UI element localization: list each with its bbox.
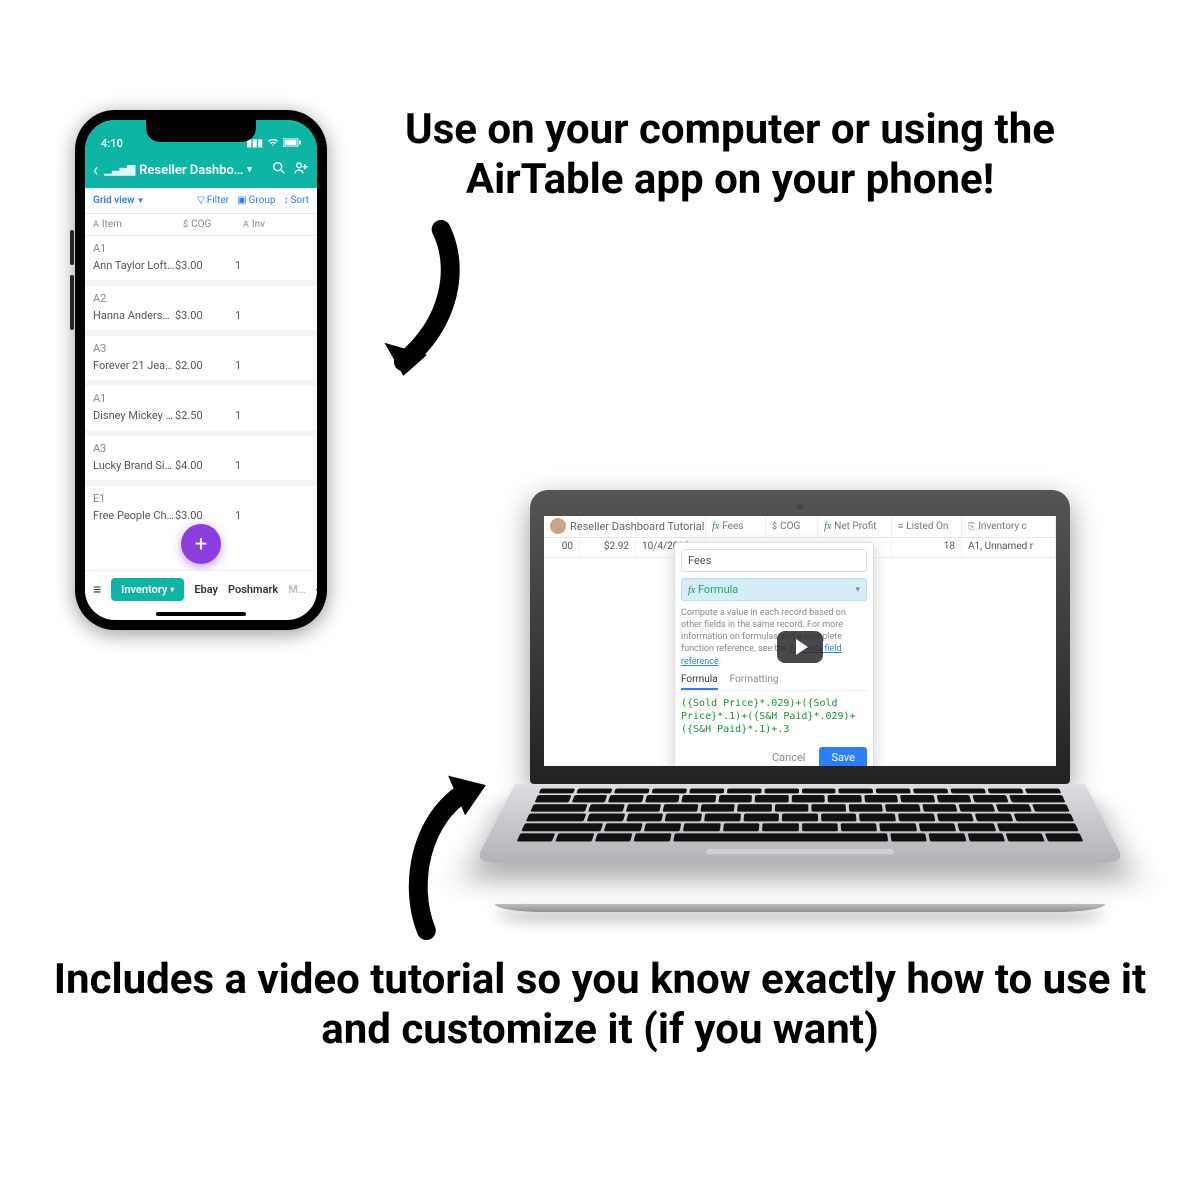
group-button[interactable]: ▣Group [237, 195, 275, 206]
link-icon: ⎘ [968, 522, 975, 532]
laptop-mockup: fxFees $COG fxNet Profit ≡Listed On ⎘Inv… [470, 490, 1130, 910]
arrow-icon [400, 770, 500, 940]
chevron-down-icon: ▾ [855, 585, 860, 595]
subtab-formula[interactable]: Formula [681, 674, 718, 690]
field-type-select[interactable]: fx Formula ▾ [681, 578, 867, 601]
play-icon[interactable] [777, 631, 823, 663]
add-record-fab[interactable]: + [181, 524, 221, 564]
table-rows: A1Ann Taylor Loft Si…$3.001 A2Hanna Ande… [85, 236, 317, 530]
table-row[interactable]: A1Disney Mickey M…$2.501 [85, 386, 317, 430]
field-config-dialog: Fees fx Formula ▾ Compute a value in eac… [674, 542, 874, 766]
phone-notch [146, 120, 256, 142]
tab-ebay[interactable]: Ebay [194, 583, 218, 596]
avatar [550, 518, 566, 534]
attach-icon: $ [772, 522, 777, 532]
table-row[interactable]: A2Hanna Andersso…$3.001 [85, 286, 317, 330]
headline-bottom: Includes a video tutorial so you know ex… [40, 955, 1160, 1056]
chevron-down-icon: ▾ [247, 165, 252, 175]
formula-icon: fx [712, 521, 719, 532]
text-icon: A [243, 220, 249, 230]
dialog-subtabs: Formula Formatting [681, 674, 867, 691]
table-row[interactable]: A1Ann Taylor Loft Si…$3.001 [85, 236, 317, 280]
field-name-input[interactable]: Fees [681, 549, 867, 572]
attach-icon: $ [183, 220, 188, 230]
status-time: 4:10 [101, 137, 123, 150]
grid-view-selector[interactable]: Grid view▼ [93, 195, 144, 206]
table-row[interactable]: A3Lucky Brand Size…$4.001 [85, 436, 317, 480]
add-table-icon[interactable]: + [316, 580, 317, 599]
chevron-down-icon: ▼ [137, 196, 145, 205]
tab-more[interactable]: M… [288, 583, 306, 596]
camera-icon [797, 504, 803, 510]
trackpad [704, 848, 896, 855]
list-icon: ≡ [898, 521, 903, 532]
table-row[interactable]: A3Forever 21 Jeans…$2.001 [85, 336, 317, 380]
save-button[interactable]: Save [819, 747, 867, 766]
sort-icon: ↕ [283, 195, 288, 206]
app-header: ‹ ▁▃▅▇ Reseller Dashbo… ▾ [85, 152, 317, 188]
subtab-formatting[interactable]: Formatting [730, 674, 779, 690]
laptop-screen: fxFees $COG fxNet Profit ≡Listed On ⎘Inv… [544, 516, 1056, 766]
laptop-base [495, 904, 1105, 912]
text-icon: A [93, 220, 99, 230]
sort-button[interactable]: ↕Sort [283, 195, 309, 206]
laptop-keyboard [475, 784, 1125, 862]
menu-icon[interactable]: ≡ [93, 581, 101, 598]
formula-icon: fx [824, 521, 831, 532]
battery-icon [283, 138, 301, 150]
phone-mockup: 4:10 ▮▮▮ ‹ ▁▃▅▇ Reseller Dashbo… ▾ [75, 110, 327, 630]
back-icon[interactable]: ‹ [93, 160, 98, 181]
search-icon[interactable] [271, 160, 287, 180]
wifi-icon [267, 137, 279, 150]
cancel-button[interactable]: Cancel [766, 747, 811, 766]
arrow-icon [370, 220, 465, 390]
formula-icon: fx [688, 585, 695, 596]
field-type-description: Compute a value in each record based on … [681, 607, 867, 668]
chevron-down-icon: ▾ [170, 585, 174, 594]
headline-top: Use on your computer or using the AirTab… [360, 105, 1100, 206]
column-headers: AItem $COG AInv [85, 214, 317, 236]
group-icon: ▣ [237, 195, 246, 206]
table-tabs: ≡ Inventory▾ Ebay Poshmark M… + [85, 570, 317, 608]
bars-icon: ▁▃▅▇ [104, 165, 135, 176]
filter-button[interactable]: ▽Filter [197, 195, 229, 206]
app-title[interactable]: ▁▃▅▇ Reseller Dashbo… ▾ [104, 163, 265, 178]
video-title-overlay: Reseller Dashboard Tutorial [550, 518, 704, 534]
view-toolbar: Grid view▼ ▽Filter ▣Group ↕Sort [85, 188, 317, 214]
tab-poshmark[interactable]: Poshmark [228, 583, 278, 596]
share-icon[interactable] [293, 160, 309, 180]
home-indicator [156, 612, 246, 616]
tab-inventory[interactable]: Inventory▾ [111, 578, 184, 601]
formula-editor[interactable]: ({Sold Price}*.029)+({Sold Price}*.1)+({… [681, 697, 867, 737]
filter-icon: ▽ [197, 195, 205, 206]
